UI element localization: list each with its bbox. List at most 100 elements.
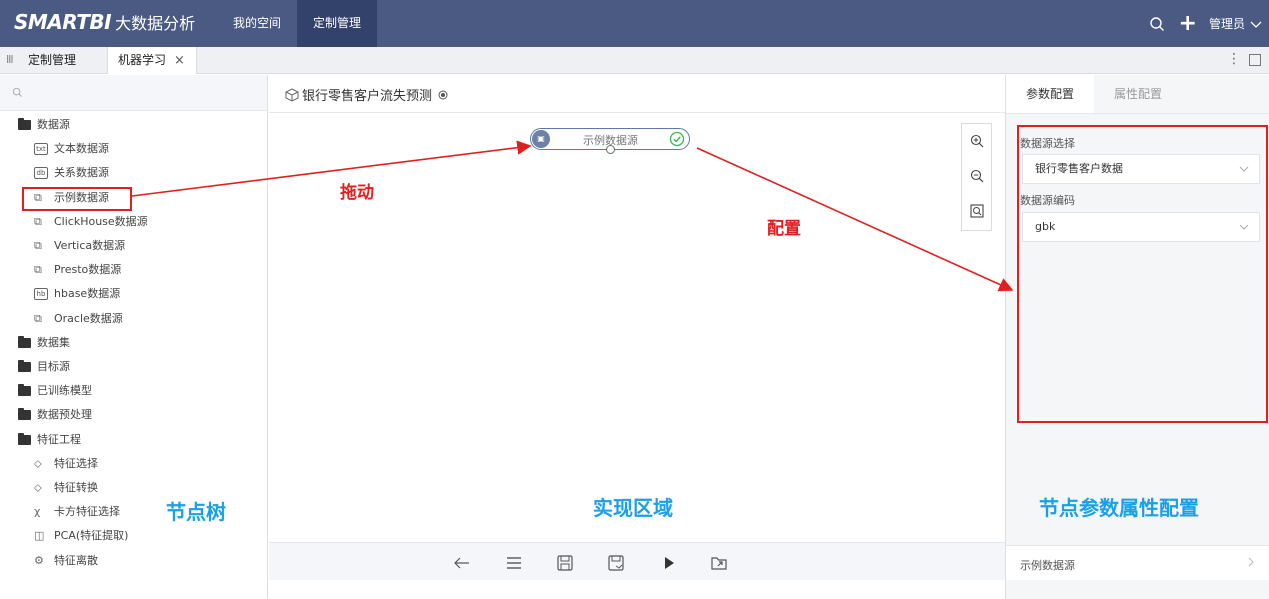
tree-item[interactable]: 数据预处理	[18, 403, 92, 427]
zoom-controls	[961, 123, 992, 231]
folder-icon	[18, 360, 31, 372]
folder-icon	[18, 384, 31, 397]
zoom-out-icon[interactable]	[970, 169, 984, 183]
search-icon[interactable]	[1149, 16, 1165, 32]
oracle-datasource-icon: ⧉	[34, 311, 42, 325]
tree-item-label: Oracle数据源	[54, 311, 123, 325]
tree-item-label: 特征转换	[54, 481, 98, 494]
tree-item[interactable]: ⧉ Vertica数据源	[34, 234, 125, 258]
tree-item-label: 文本数据源	[54, 142, 109, 156]
feature-transform-icon: ⬦	[34, 481, 42, 494]
datasource-icon: ▣	[532, 130, 550, 148]
hbase-datasource-icon: hb	[34, 288, 48, 301]
tree-item-label: 特征离散	[54, 553, 98, 567]
tree-item[interactable]: 特征工程	[18, 428, 81, 452]
tree-item[interactable]: 已训练模型	[18, 379, 92, 403]
add-icon[interactable]: +	[1179, 12, 1197, 35]
fit-to-screen-icon[interactable]	[970, 204, 984, 218]
more-vertical-icon[interactable]: ⋮	[1227, 51, 1241, 67]
cube-icon	[285, 87, 299, 102]
tree-item[interactable]: db 关系数据源	[34, 161, 109, 185]
annotation-work-area: 实现区域	[593, 496, 673, 520]
tree-item-label: 数据集	[37, 335, 70, 349]
list-icon[interactable]	[505, 554, 523, 572]
canvas-title: 银行零售客户流失预测	[285, 85, 448, 104]
tree-item-label: Vertica数据源	[54, 239, 126, 252]
tree-item-label: 数据源	[37, 118, 70, 131]
vertica-datasource-icon: ⧉	[34, 239, 42, 252]
experiment-title: 银行零售客户流失预测	[302, 89, 433, 104]
tree-item[interactable]: ⬦ 特征转换	[34, 476, 98, 500]
app-logo: SMARTBI 大数据分析	[14, 10, 195, 36]
nav-custom-management[interactable]: 定制管理	[297, 0, 377, 47]
tree-item-label: ClickHouse数据源	[54, 214, 148, 228]
canvas-header: 银行零售客户流失预测	[269, 75, 1005, 113]
tab-parameter-config[interactable]: 参数配置	[1006, 75, 1094, 113]
annotation-drag: 拖动	[340, 183, 374, 203]
folder-icon	[18, 408, 31, 421]
tree-item[interactable]: hb hbase数据源	[34, 282, 120, 306]
tree-item-label: 特征工程	[37, 432, 81, 446]
tree-item-label: 目标源	[37, 360, 70, 373]
logo-brand: SMARTBI	[14, 10, 112, 34]
check-circle-icon	[669, 131, 685, 147]
zoom-in-icon[interactable]	[970, 134, 984, 148]
chi-square-icon: χ	[34, 505, 41, 519]
tree-item[interactable]: 数据集	[18, 331, 70, 355]
tree-item-label: Presto数据源	[54, 263, 122, 277]
tab-menu-icon[interactable]: Ⅲ	[6, 53, 14, 66]
run-icon[interactable]	[660, 554, 678, 572]
tab-divider	[1006, 113, 1269, 114]
tree-item[interactable]: ⧉ ClickHouse数据源	[34, 210, 148, 234]
tree-item-label: 已训练模型	[37, 384, 92, 398]
highlight-box-sample-datasource	[22, 187, 132, 211]
save-icon[interactable]	[556, 554, 574, 572]
canvas-toolbar	[269, 542, 1005, 580]
folder-open-icon	[18, 432, 31, 445]
save-as-icon[interactable]	[607, 554, 625, 572]
target-icon[interactable]	[438, 90, 448, 100]
discretize-icon: ⚙	[34, 553, 44, 567]
tree-item-label: PCA(特征提取)	[54, 529, 129, 543]
top-right-tools: + 管理员	[1149, 0, 1269, 47]
clickhouse-datasource-icon: ⧉	[34, 214, 42, 228]
logo-product: 大数据分析	[115, 14, 196, 33]
nav-my-space[interactable]: 我的空间	[220, 0, 294, 47]
feature-select-icon: ⬦	[34, 456, 42, 470]
text-datasource-icon: txt	[34, 143, 48, 156]
tab-property-config[interactable]: 属性配置	[1094, 75, 1182, 113]
tab-custom-management[interactable]: 定制管理	[18, 47, 86, 74]
node-footer[interactable]: 示例数据源	[1006, 545, 1269, 580]
tree-item-label: 关系数据源	[54, 166, 109, 180]
tree-item-label: hbase数据源	[54, 287, 121, 301]
presto-datasource-icon: ⧉	[34, 263, 42, 277]
close-icon[interactable]: ×	[174, 53, 185, 68]
highlight-box-config	[1017, 125, 1268, 423]
tree-item-label: 特征选择	[54, 456, 98, 470]
folder-icon	[18, 335, 31, 348]
node-output-port[interactable]	[606, 145, 615, 154]
search-icon[interactable]	[12, 87, 23, 98]
back-arrow-icon[interactable]	[453, 554, 471, 572]
export-icon[interactable]	[710, 554, 728, 572]
tree-item[interactable]: ◫ PCA(特征提取)	[34, 524, 128, 548]
tree-item[interactable]: ⧉ Presto数据源	[34, 258, 121, 282]
maximize-icon[interactable]	[1249, 54, 1261, 66]
tree-item[interactable]: ⬦ 特征选择	[34, 452, 98, 476]
tree-item[interactable]: ⧉ Oracle数据源	[34, 307, 123, 331]
canvas-node-sample-datasource[interactable]: ▣ 示例数据源	[530, 128, 690, 154]
chevron-down-icon[interactable]	[1249, 17, 1263, 31]
annotation-configure: 配置	[767, 219, 801, 239]
user-menu[interactable]: 管理员	[1209, 15, 1245, 32]
tree-item[interactable]: 数据源	[18, 113, 70, 137]
tree-item-label: 数据预处理	[37, 408, 92, 422]
tree-item[interactable]: χ 卡方特征选择	[34, 500, 120, 524]
annotation-node-tree: 节点树	[166, 500, 226, 524]
tree-item[interactable]: 目标源	[18, 355, 70, 379]
tree-item[interactable]: txt 文本数据源	[34, 137, 109, 161]
tree-item-label: 卡方特征选择	[54, 505, 120, 519]
tab-machine-learning-label: 机器学习	[118, 53, 167, 67]
tree-search[interactable]	[0, 75, 267, 111]
tab-machine-learning[interactable]: 机器学习 ×	[107, 47, 197, 74]
tree-item[interactable]: ⚙ 特征离散	[34, 549, 98, 573]
